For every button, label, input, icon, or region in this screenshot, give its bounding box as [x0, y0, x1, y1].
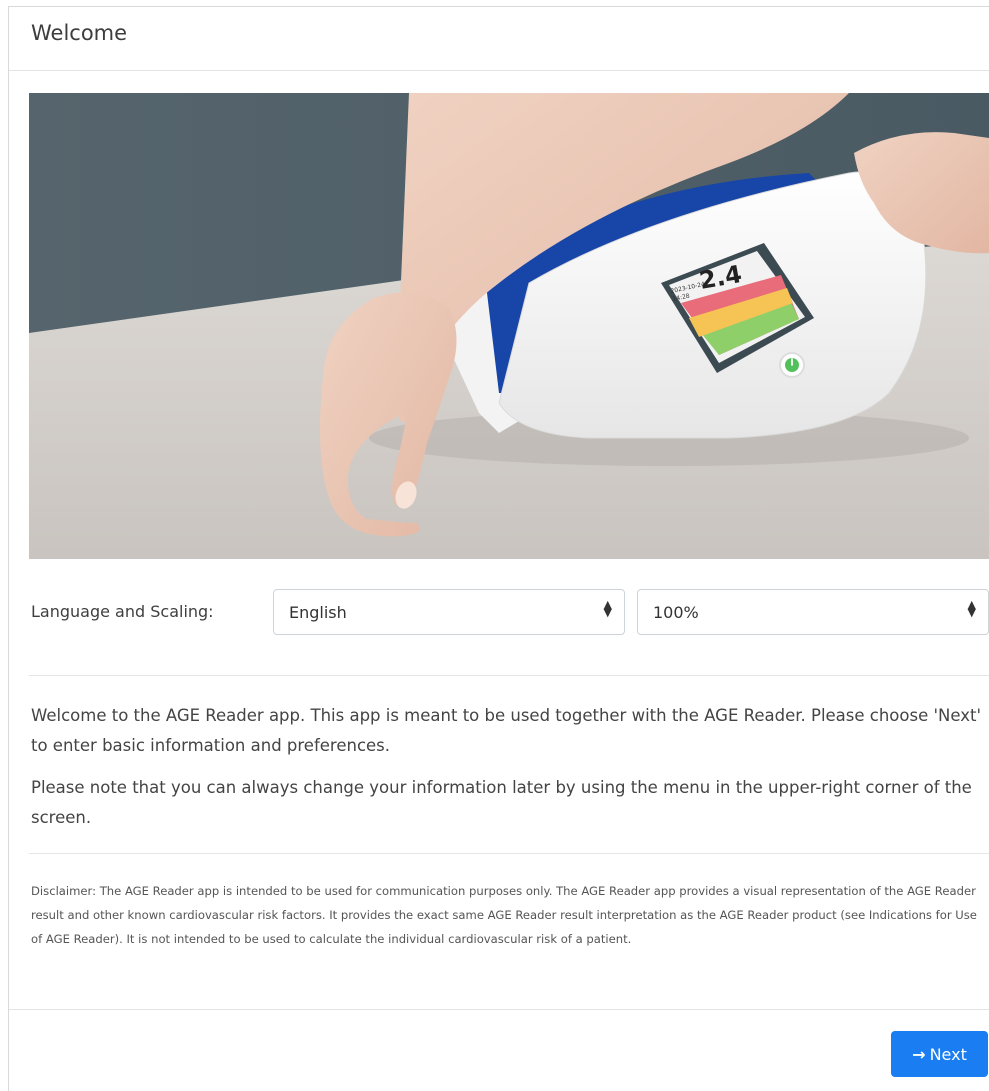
sort-caret-icon: ▲ ▼	[967, 598, 976, 619]
intro-paragraph-1: Welcome to the AGE Reader app. This app …	[31, 706, 981, 755]
language-select[interactable]: English ▲ ▼	[273, 589, 625, 635]
language-scaling-row: Language and Scaling: English ▲ ▼ 100% ▲ ▼	[29, 589, 989, 635]
divider	[29, 675, 989, 676]
divider	[29, 853, 989, 854]
intro-text: Welcome to the AGE Reader app. This app …	[31, 701, 989, 833]
scaling-select-value: 100%	[653, 603, 699, 622]
page-title: Welcome	[31, 21, 128, 45]
scaling-select[interactable]: 100% ▲ ▼	[637, 589, 989, 635]
footer-divider	[9, 1009, 989, 1010]
language-scaling-label: Language and Scaling:	[31, 602, 214, 621]
language-select-value: English	[289, 603, 347, 622]
sort-caret-icon: ▲ ▼	[603, 598, 612, 619]
hero-image: 2.4 2023-10-24 14:28	[29, 93, 989, 559]
intro-paragraph-2: Please note that you can always change y…	[31, 778, 972, 827]
disclaimer-text: Disclaimer: The AGE Reader app is intend…	[31, 884, 977, 946]
welcome-dialog: Welcome 2.4 2023-10-24 14:28 Language an…	[8, 6, 989, 1091]
next-button-label: Next	[929, 1044, 967, 1064]
arrow-right-icon: →	[912, 1044, 926, 1064]
dialog-header: Welcome	[9, 7, 989, 71]
next-button[interactable]: → Next	[891, 1031, 988, 1077]
